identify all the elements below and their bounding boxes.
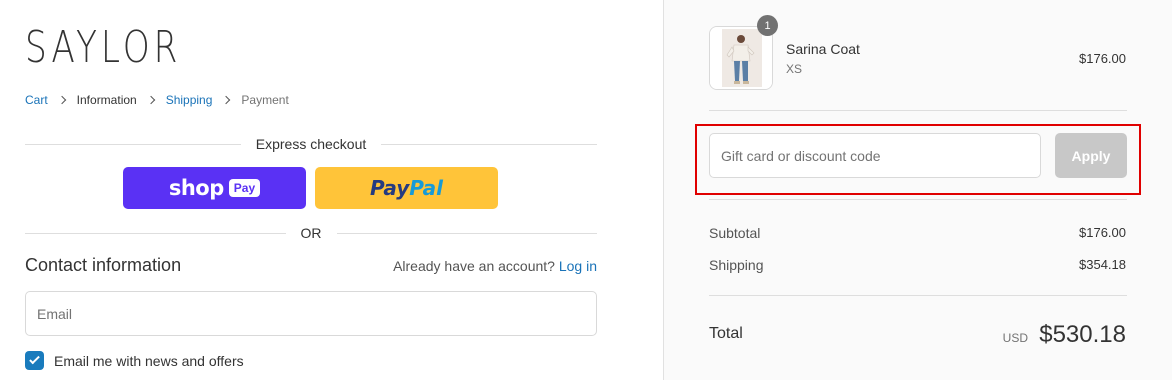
checkout-main: SAYLOR Cart Information Shipping Payment…: [0, 0, 663, 380]
chevron-right-icon: [222, 95, 231, 105]
chevron-right-icon: [57, 95, 66, 105]
or-label: OR: [300, 225, 322, 241]
currency-code: USD: [1002, 331, 1028, 345]
product-name: Sarina Coat: [786, 41, 860, 57]
product-thumbnail: [709, 26, 773, 90]
subtotal-label: Subtotal: [709, 225, 761, 241]
total-label: Total: [709, 325, 743, 342]
breadcrumb-payment: Payment: [241, 93, 289, 107]
chevron-right-icon: [146, 95, 155, 105]
newsletter-option: Email me with news and offers: [25, 351, 244, 370]
express-checkout-divider: Express checkout: [25, 136, 597, 152]
shipping-label: Shipping: [709, 257, 764, 273]
divider-line: [381, 143, 597, 145]
paypal-wordmark-part2: Pal: [409, 176, 444, 200]
quantity-badge: 1: [757, 15, 778, 36]
shop-pay-badge: Pay: [228, 179, 261, 197]
newsletter-label[interactable]: Email me with news and offers: [54, 353, 244, 369]
account-prompt-text: Already have an account?: [393, 258, 555, 274]
newsletter-checkbox[interactable]: [25, 351, 44, 370]
or-divider: OR: [25, 225, 597, 241]
coat-product-image: [710, 27, 772, 89]
shop-pay-wordmark: shop: [168, 176, 224, 200]
breadcrumb-cart[interactable]: Cart: [25, 93, 48, 107]
summary-divider: [709, 295, 1127, 296]
product-price: $176.00: [1079, 51, 1126, 66]
shop-pay-button[interactable]: shop Pay: [123, 167, 306, 209]
discount-code-input[interactable]: [709, 133, 1041, 178]
divider-line: [25, 143, 241, 145]
order-summary: 1 Sarina Coat XS $176.00 Apply Subtotal …: [663, 0, 1172, 380]
paypal-button[interactable]: Pay Pal: [315, 167, 498, 209]
paypal-wordmark-part1: Pay: [369, 176, 410, 200]
store-logo[interactable]: SAYLOR: [25, 22, 181, 73]
breadcrumb-shipping[interactable]: Shipping: [166, 93, 213, 107]
total-amount: $530.18: [1039, 321, 1126, 348]
product-variant: XS: [786, 62, 803, 76]
breadcrumb-information: Information: [76, 93, 137, 107]
account-prompt: Already have an account? Log in: [393, 258, 597, 274]
divider-line: [336, 232, 597, 234]
subtotal-value: $176.00: [1079, 225, 1126, 240]
checkmark-icon: [29, 353, 40, 365]
divider-line: [25, 232, 286, 234]
express-checkout-heading: Express checkout: [255, 136, 367, 152]
shipping-value: $354.18: [1079, 257, 1126, 272]
contact-information-title: Contact information: [25, 255, 182, 275]
breadcrumb: Cart Information Shipping Payment: [25, 93, 289, 107]
summary-divider: [709, 199, 1127, 200]
email-field[interactable]: [25, 291, 597, 336]
summary-divider: [709, 110, 1127, 111]
login-link[interactable]: Log in: [559, 258, 597, 274]
apply-discount-button[interactable]: Apply: [1055, 133, 1127, 178]
